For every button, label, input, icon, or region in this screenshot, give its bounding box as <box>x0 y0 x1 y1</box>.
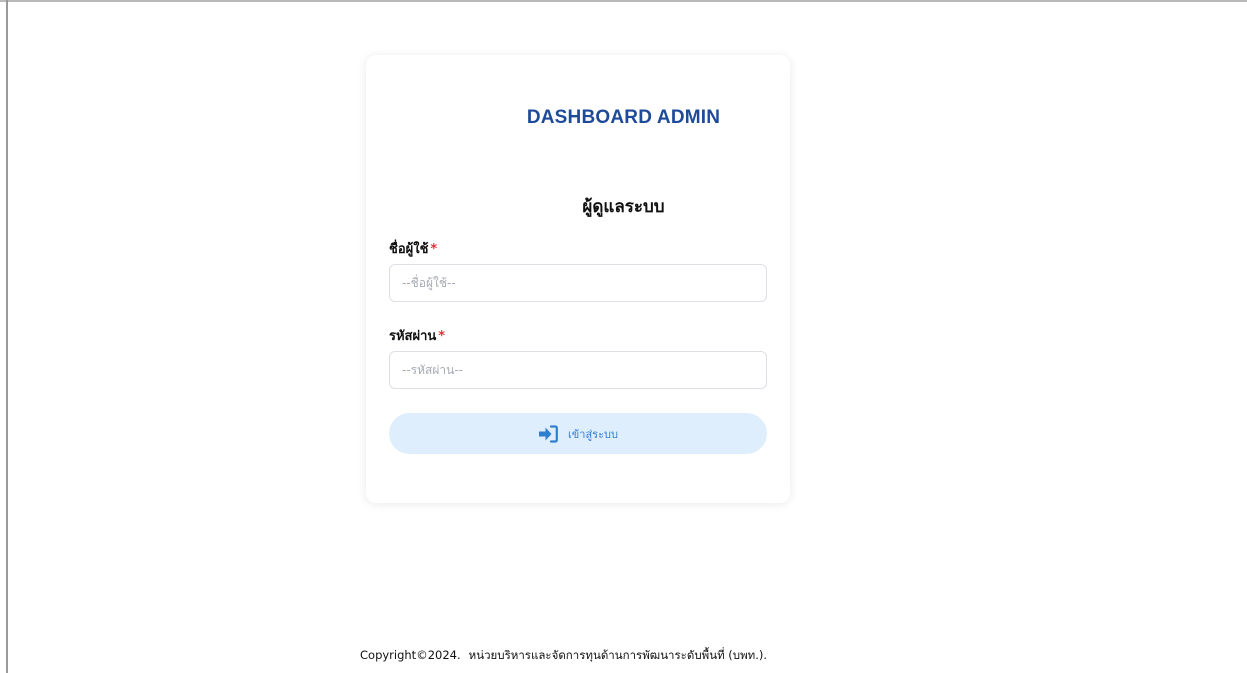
password-label: รหัสผ่าน * <box>389 325 445 346</box>
footer: Copyright©2024. หน่วยบริหารและจัดการทุนด้… <box>360 647 767 665</box>
password-input[interactable] <box>389 351 767 389</box>
sign-in-icon <box>538 424 558 443</box>
login-button[interactable]: เข้าสู่ระบบ <box>389 413 767 454</box>
username-input[interactable] <box>389 264 767 302</box>
username-required-mark: * <box>430 242 438 257</box>
window-top-border <box>0 0 1247 2</box>
username-label: ชื่อผู้ใช้ * <box>389 238 437 259</box>
footer-copyright: Copyright©2024. <box>360 648 461 662</box>
app-title: DASHBOARD ADMIN <box>526 107 721 128</box>
password-label-text: รหัสผ่าน <box>389 329 437 344</box>
password-required-mark: * <box>438 329 446 344</box>
window-left-border <box>6 0 8 673</box>
footer-organization: หน่วยบริหารและจัดการทุนด้านการพัฒนาระดับ… <box>468 648 768 662</box>
login-heading: ผู้ดูแลระบบ <box>582 197 665 217</box>
login-button-label: เข้าสู่ระบบ <box>568 427 618 441</box>
username-label-text: ชื่อผู้ใช้ <box>389 242 429 257</box>
